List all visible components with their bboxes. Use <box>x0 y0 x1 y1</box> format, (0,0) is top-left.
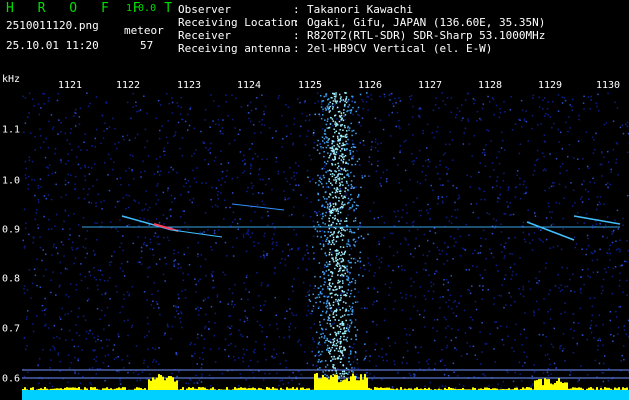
info-separator: : <box>293 42 300 55</box>
meteor-count: 57 <box>140 39 154 52</box>
y-tick-label: 0.6 <box>2 373 21 385</box>
spectrogram-background <box>22 92 629 400</box>
info-separator: : <box>293 3 300 16</box>
baseline-strip <box>22 390 629 400</box>
x-tick-label: 1122 <box>115 80 141 91</box>
x-tick-label: 1130 <box>595 80 621 91</box>
x-tick-label: 1127 <box>417 80 443 91</box>
x-tick-label: 1126 <box>357 80 383 91</box>
file-name: 2510011120.png <box>6 19 99 32</box>
y-tick-label: 0.7 <box>2 323 21 335</box>
info-row-location: Receiving Location : Ogaki, Gifu, JAPAN … <box>178 16 545 29</box>
info-row-observer: Observer : Takanori Kawachi <box>178 3 545 16</box>
x-tick-label: 1128 <box>477 80 503 91</box>
y-tick-label: 1.0 <box>2 175 21 187</box>
y-axis-unit: kHz <box>2 74 21 85</box>
station-info: Observer : Takanori Kawachi Receiving Lo… <box>178 3 545 55</box>
info-row-receiver: Receiver : R820T2(RTL-SDR) SDR-Sharp 53.… <box>178 29 545 42</box>
x-tick-label: 1129 <box>537 80 563 91</box>
x-tick-label: 1124 <box>236 80 262 91</box>
info-value: R820T2(RTL-SDR) SDR-Sharp 53.1000MHz <box>307 29 546 42</box>
info-row-antenna: Receiving antenna : 2el-HB9CV Vertical (… <box>178 42 545 55</box>
y-tick-label: 1.1 <box>2 124 21 136</box>
info-value: 2el-HB9CV Vertical (el. E-W) <box>307 42 493 55</box>
info-key: Receiver <box>178 29 231 42</box>
timestamp: 25.10.01 11:20 <box>6 39 99 52</box>
info-key: Receiving antenna <box>178 42 291 55</box>
info-value: Takanori Kawachi <box>307 3 413 16</box>
y-tick-label: 0.8 <box>2 273 21 285</box>
spectrogram <box>22 92 629 400</box>
x-tick-label: 1121 <box>57 80 83 91</box>
info-separator: : <box>293 16 300 29</box>
x-tick-label: 1125 <box>297 80 323 91</box>
info-key: Observer <box>178 3 231 16</box>
meteor-label: meteor <box>124 24 164 37</box>
x-tick-label: 1123 <box>176 80 202 91</box>
app-version: 1.0.0 <box>126 3 157 14</box>
info-key: Receiving Location <box>178 16 298 29</box>
info-value: Ogaki, Gifu, JAPAN (136.60E, 35.35N) <box>307 16 546 29</box>
y-tick-label: 0.9 <box>2 224 21 236</box>
spectrogram-canvas <box>22 92 629 400</box>
info-separator: : <box>293 29 300 42</box>
